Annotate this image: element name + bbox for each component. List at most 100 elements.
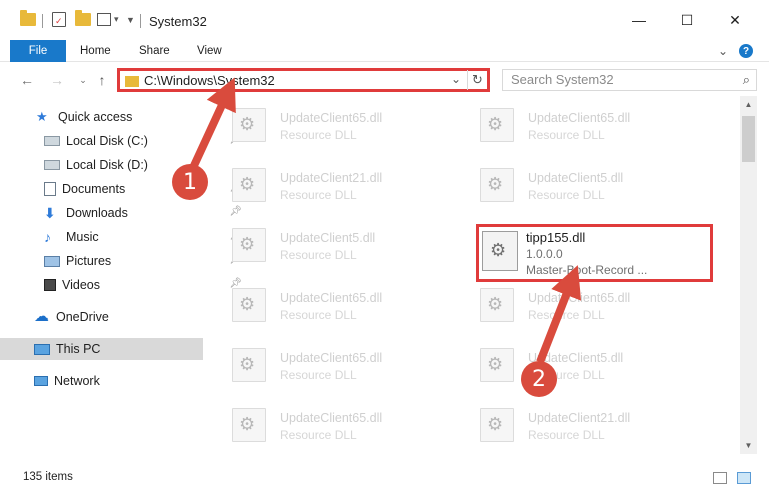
dropdown-arrow-icon[interactable]: ▾ — [114, 14, 119, 25]
tab-home[interactable]: Home — [80, 40, 111, 62]
file-description: Resource DLL — [528, 188, 605, 202]
list-item[interactable]: ⚙ UpdateClient5.dll Resource DLL — [224, 224, 444, 268]
dll-file-icon: ⚙ — [232, 348, 266, 382]
step-1-badge: 1 — [172, 164, 208, 200]
list-item[interactable]: ⚙ UpdateClient5.dll Resource DLL — [472, 164, 692, 208]
maximize-button[interactable]: ☐ — [664, 0, 710, 40]
quick-access-chevron-icon[interactable]: ▼ — [126, 15, 135, 25]
drive-icon — [44, 160, 60, 170]
search-icon[interactable]: ⌕ — [743, 72, 750, 88]
recent-locations-icon[interactable]: ⌄ — [74, 70, 92, 90]
list-item[interactable]: ⚙ UpdateClient65.dll Resource DLL — [472, 104, 692, 148]
separator — [42, 14, 43, 28]
tab-share[interactable]: Share — [139, 40, 170, 62]
folder-icon[interactable] — [20, 10, 36, 26]
sidebar-item-label: Local Disk (D:) — [66, 158, 148, 172]
scroll-down-icon[interactable]: ▼ — [740, 437, 757, 454]
details-view-icon[interactable] — [713, 472, 727, 484]
forward-arrow-icon[interactable]: → — [48, 70, 66, 90]
file-name: UpdateClient5.dll — [528, 171, 624, 185]
window-title: System32 — [149, 14, 207, 29]
sidebar-item-music[interactable]: ♪ Music 📌︎ — [44, 226, 247, 248]
ribbon-expand-icon[interactable]: ⌄ — [718, 40, 728, 62]
status-bar: 135 items — [0, 466, 769, 488]
sidebar-item-quick-access[interactable]: ★ Quick access — [36, 106, 239, 128]
file-name: tipp155.dll — [526, 230, 586, 245]
sidebar-item-pictures[interactable]: Pictures 📌︎ — [44, 250, 247, 272]
monitor-icon — [34, 343, 50, 355]
search-input[interactable]: Search System32 ⌕ — [502, 69, 757, 91]
scroll-thumb[interactable] — [742, 116, 755, 162]
cloud-icon: ☁ — [34, 308, 49, 325]
dll-file-icon: ⚙ — [480, 408, 514, 442]
list-item[interactable]: ⚙ UpdateClient65.dll Resource DLL — [224, 344, 444, 388]
list-item[interactable]: ⚙ UpdateClient5.dll Resource DLL — [472, 344, 692, 388]
sidebar-item-label: This PC — [56, 342, 101, 356]
minimize-button[interactable]: — — [616, 0, 662, 40]
sidebar-item-label: Documents — [62, 182, 126, 196]
customize-icon[interactable] — [97, 13, 111, 26]
address-bar[interactable]: C:\Windows\System32 ⌄ ↻ — [117, 68, 490, 92]
list-item[interactable]: ⚙ UpdateClient65.dll Resource DLL — [224, 284, 444, 328]
sidebar-item-label: Music — [66, 230, 99, 244]
dll-file-icon: ⚙ — [480, 288, 514, 322]
new-folder-icon[interactable] — [75, 10, 91, 26]
close-button[interactable]: ✕ — [712, 0, 758, 40]
back-arrow-icon[interactable]: ← — [18, 70, 36, 90]
file-description: Resource DLL — [528, 128, 605, 142]
title-bar: ✓ ▾ ▼ System32 — ☐ ✕ — [0, 0, 769, 40]
list-item[interactable]: ⚙ UpdateClient21.dll Resource DLL — [472, 404, 692, 448]
file-description: Resource DLL — [280, 368, 357, 382]
vertical-scrollbar[interactable]: ▲ ▼ — [740, 96, 757, 454]
sidebar-item-local-disk-d[interactable]: Local Disk (D:) — [44, 154, 247, 176]
scroll-up-icon[interactable]: ▲ — [740, 96, 757, 113]
file-name: UpdateClient65.dll — [528, 291, 631, 305]
list-item[interactable]: ⚙ UpdateClient65.dll Resource DLL — [472, 284, 692, 328]
file-description: Resource DLL — [280, 428, 357, 442]
sidebar-item-network[interactable]: Network — [34, 370, 237, 392]
sidebar-item-local-disk-c[interactable]: Local Disk (C:) 📌︎ — [44, 130, 247, 152]
sidebar-item-documents[interactable]: Documents 📌︎ — [44, 178, 247, 200]
file-name: UpdateClient65.dll — [280, 351, 383, 365]
chevron-down-icon[interactable]: ⌄ — [451, 72, 461, 86]
dll-file-icon: ⚙ — [480, 108, 514, 142]
tab-file[interactable]: File — [10, 40, 66, 62]
refresh-icon[interactable]: ↻ — [467, 70, 487, 90]
download-arrow-icon: ⬇ — [44, 205, 56, 221]
step-2-badge: 2 — [521, 361, 557, 397]
file-name: UpdateClient21.dll — [528, 411, 631, 425]
highlighted-file-item[interactable]: ⚙ tipp155.dll 1.0.0.0 Master-Boot-Record… — [476, 224, 713, 282]
navigation-pane: ★ Quick access Local Disk (C:) 📌︎ Local … — [0, 100, 242, 460]
file-description: Resource DLL — [280, 248, 357, 262]
file-description: Resource DLL — [280, 128, 357, 142]
list-item[interactable]: ⚙ UpdateClient65.dll Resource DLL — [224, 404, 444, 448]
sidebar-item-onedrive[interactable]: ☁ OneDrive — [34, 306, 237, 328]
file-description: Master-Boot-Record ... — [526, 263, 648, 277]
dll-file-icon: ⚙ — [232, 228, 266, 262]
file-version: 1.0.0.0 — [526, 247, 563, 261]
address-path[interactable]: C:\Windows\System32 — [144, 73, 275, 88]
sidebar-item-this-pc[interactable]: This PC — [0, 338, 203, 360]
dll-file-icon: ⚙ — [232, 168, 266, 202]
properties-icon[interactable]: ✓ — [52, 12, 66, 27]
network-icon — [34, 376, 48, 386]
sidebar-item-label: Local Disk (C:) — [66, 134, 148, 148]
file-description: Resource DLL — [528, 308, 605, 322]
file-description: Resource DLL — [280, 188, 357, 202]
dll-file-icon: ⚙ — [482, 231, 518, 271]
item-count: 135 items — [23, 471, 73, 483]
large-icons-view-icon[interactable] — [737, 472, 751, 484]
sidebar-item-downloads[interactable]: ⬇ Downloads 📌︎ — [44, 202, 247, 224]
help-icon[interactable]: ? — [739, 44, 753, 58]
file-name: UpdateClient21.dll — [280, 171, 383, 185]
list-item[interactable]: ⚙ UpdateClient21.dll Resource DLL — [224, 164, 444, 208]
sidebar-item-videos[interactable]: Videos 📌︎ — [44, 274, 247, 296]
sidebar-item-label: OneDrive — [56, 310, 109, 324]
drive-icon — [44, 136, 60, 146]
list-item[interactable]: ⚙ UpdateClient65.dll Resource DLL — [224, 104, 444, 148]
sidebar-item-label: Quick access — [58, 110, 133, 124]
documents-icon — [44, 182, 56, 196]
up-arrow-icon[interactable]: ↑ — [93, 70, 111, 90]
film-icon — [44, 279, 56, 291]
tab-view[interactable]: View — [197, 40, 222, 62]
